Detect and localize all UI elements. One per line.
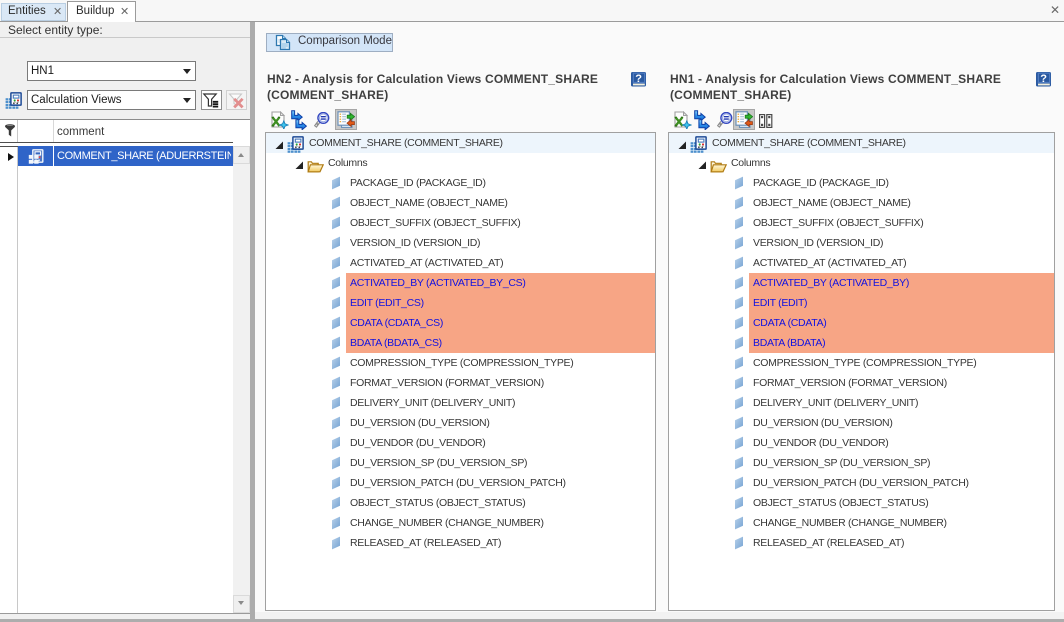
svg-text:?: ?	[1040, 73, 1047, 85]
svg-text:?: ?	[635, 73, 642, 85]
